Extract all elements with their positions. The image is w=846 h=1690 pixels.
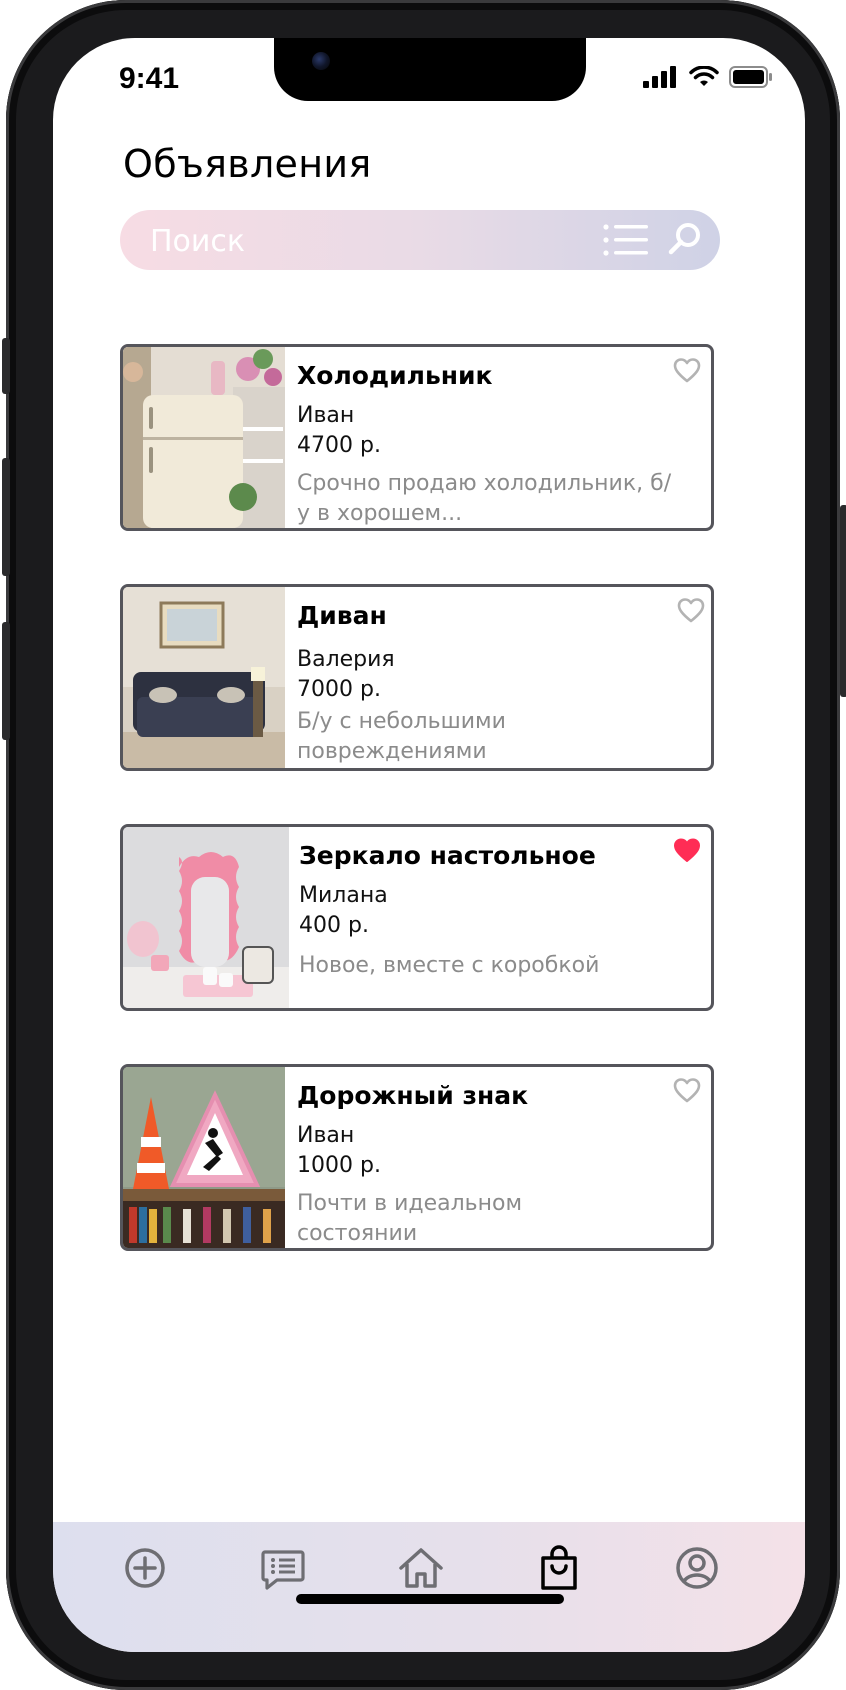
heart-outline-icon[interactable] <box>677 597 705 625</box>
listing-title: Зеркало настольное <box>299 841 596 870</box>
fridge-photo <box>123 347 285 528</box>
home-indicator[interactable] <box>296 1594 564 1604</box>
status-icons <box>643 66 773 88</box>
listing-title: Диван <box>297 601 387 630</box>
listing-price: 7000 р. <box>297 677 381 702</box>
shopping-bag-icon[interactable] <box>535 1544 583 1592</box>
heart-outline-icon[interactable] <box>673 357 701 385</box>
listing-card[interactable]: Дорожный знак Иван 1000 р. Почти в идеал… <box>120 1064 714 1251</box>
add-circle-icon[interactable] <box>121 1544 169 1592</box>
road-sign-photo <box>123 1067 285 1248</box>
front-camera <box>312 52 330 70</box>
listing-title: Дорожный знак <box>297 1081 529 1110</box>
listing-price: 4700 р. <box>297 433 381 458</box>
listing-card[interactable]: Диван Валерия 7000 р. Б/у с небольшими п… <box>120 584 714 771</box>
phone-frame: 9:41 Объявления Поиск Холодильник Иван 4… <box>2 0 846 1690</box>
listing-description: Новое, вместе с коробкой <box>299 953 600 978</box>
phone-volume-up <box>2 458 10 576</box>
tab-bar <box>53 1522 805 1652</box>
sofa-photo <box>123 587 285 768</box>
listings-icon[interactable] <box>259 1544 307 1592</box>
wifi-icon <box>689 66 719 86</box>
status-time: 9:41 <box>119 62 180 95</box>
search-bar <box>120 210 720 272</box>
filter-list-icon[interactable] <box>603 224 649 256</box>
search-input[interactable] <box>148 210 572 272</box>
listing-title: Холодильник <box>297 361 493 390</box>
mirror-photo <box>123 827 289 1008</box>
heart-outline-icon[interactable] <box>673 1077 701 1105</box>
listing-seller: Милана <box>299 883 388 908</box>
listing-seller: Иван <box>297 1123 355 1148</box>
listing-seller: Иван <box>297 403 355 428</box>
cellular-signal-icon <box>643 66 676 88</box>
listing-price: 400 р. <box>299 913 369 938</box>
phone-volume-down <box>2 622 10 740</box>
listing-card[interactable]: Холодильник Иван 4700 р. Срочно продаю х… <box>120 344 714 531</box>
notch <box>274 38 586 101</box>
listing-description: Почти в идеальном состоянии <box>297 1191 523 1246</box>
listing-price: 1000 р. <box>297 1153 381 1178</box>
home-icon[interactable] <box>397 1544 445 1592</box>
listing-card[interactable]: Зеркало настольное Милана 400 р. Новое, … <box>120 824 714 1011</box>
phone-silent-switch <box>2 338 10 394</box>
search-icon[interactable] <box>668 222 702 256</box>
listing-seller: Валерия <box>297 647 395 672</box>
listing-description: Б/у с небольшими повреждениями <box>297 709 506 764</box>
phone-power-button <box>840 505 846 697</box>
profile-icon[interactable] <box>673 1544 721 1592</box>
battery-icon <box>729 66 772 88</box>
listing-description: Срочно продаю холодильник, б/у в хорошем… <box>297 471 672 526</box>
screen: 9:41 Объявления Поиск Холодильник Иван 4… <box>53 38 805 1652</box>
heart-filled-icon[interactable] <box>673 837 701 865</box>
page-title: Объявления <box>123 142 372 186</box>
